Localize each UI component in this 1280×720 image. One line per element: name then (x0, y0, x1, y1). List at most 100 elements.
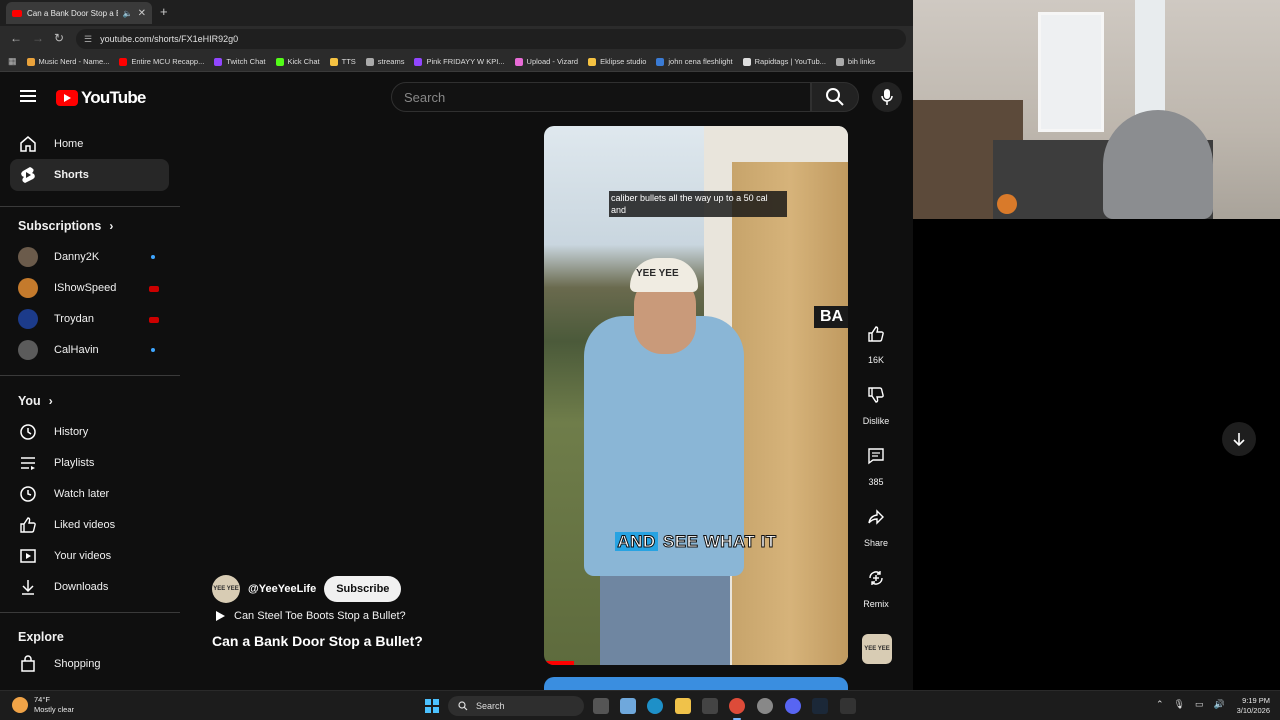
reload-icon[interactable]: ↻ (54, 31, 64, 45)
short-video-player[interactable]: YEE YEE BA caliber bullets all the way u… (544, 126, 848, 665)
sidebar-item-watch-later[interactable]: Watch later (10, 478, 169, 510)
avatar (18, 340, 38, 360)
bookmark-item[interactable]: john cena fleshlight (656, 57, 733, 66)
dislike-button[interactable]: Dislike (857, 379, 895, 426)
bookmark-item[interactable]: TTS (329, 57, 356, 66)
video-subtitle: AND SEE WHAT IT (544, 532, 848, 552)
logo-text: YouTube (81, 88, 146, 107)
back-icon[interactable]: ← (10, 31, 22, 45)
dislike-label: Dislike (862, 416, 890, 426)
bookmark-item[interactable]: Upload - Vizard (514, 57, 578, 66)
bookmark-item[interactable]: Twitch Chat (214, 57, 266, 66)
arrow-down-icon (1233, 433, 1245, 447)
url-bar[interactable]: ☰ youtube.com/shorts/FX1eHIR92g0 (76, 29, 906, 49)
video-scene-hat: YEE YEE (630, 258, 698, 292)
bookmark-favicon-icon (214, 57, 223, 66)
tray-chevron-up-icon[interactable]: ⌃ (1156, 699, 1164, 710)
edge-browser-icon[interactable] (647, 698, 663, 714)
bookmark-favicon-icon (275, 57, 284, 66)
subscriptions-heading[interactable]: Subscriptions › (18, 219, 113, 233)
next-short-preview[interactable] (544, 677, 848, 690)
bookmark-item[interactable]: Entire MCU Recapp... (119, 57, 204, 66)
subscribe-button[interactable]: Subscribe (324, 576, 402, 602)
share-button[interactable]: Share (857, 501, 895, 548)
youtube-header: YouTube Search (0, 72, 913, 122)
menu-icon[interactable] (20, 90, 36, 102)
video-caption: caliber bullets all the way up to a 50 c… (609, 191, 787, 217)
epic-games-icon[interactable] (840, 698, 856, 714)
weather-icon (12, 697, 28, 713)
like-button[interactable]: 16K (857, 318, 895, 365)
next-short-button[interactable] (1222, 422, 1256, 456)
close-tab-icon[interactable]: ✕ (138, 8, 146, 19)
sidebar-item-shorts[interactable]: Shorts (10, 159, 169, 191)
bookmark-item[interactable]: bih links (835, 57, 875, 66)
bookmark-label: john cena fleshlight (668, 57, 733, 66)
play-icon (216, 611, 225, 621)
bookmark-item[interactable]: Rapidtags | YouTub... (742, 57, 826, 66)
sidebar-item-shopping[interactable]: Shopping (10, 648, 169, 680)
discord-icon[interactable] (785, 698, 801, 714)
url-text: youtube.com/shorts/FX1eHIR92g0 (100, 34, 239, 44)
apps-grid-icon[interactable]: ▦ (8, 56, 17, 67)
remix-button[interactable]: Remix (857, 562, 895, 609)
system-clock[interactable]: 9:19 PM 3/10/2026 (1228, 696, 1270, 716)
tray-microphone-icon[interactable]: 🎙 (1174, 699, 1185, 710)
sidebar-item-playlists[interactable]: Playlists (10, 447, 169, 479)
sound-channel-avatar[interactable]: YEE YEE (862, 634, 892, 664)
sidebar-item-subscription[interactable]: Troydan (10, 303, 169, 335)
new-tab-icon[interactable]: + (160, 4, 168, 19)
search-button[interactable] (811, 82, 859, 112)
sidebar-item-subscription[interactable]: IShowSpeed (10, 272, 169, 304)
tab-active[interactable]: Can a Bank Door Stop a Bu 🔈 ✕ (6, 2, 152, 24)
system-tray: ⌃ 🎙 ▭ 🔊 (1156, 699, 1225, 710)
channel-handle[interactable]: @YeeYeeLife (248, 583, 316, 595)
search-icon (826, 88, 844, 106)
related-video-link[interactable]: Can Steel Toe Boots Stop a Bullet? (214, 610, 406, 622)
home-icon (18, 135, 38, 153)
steam-icon[interactable] (812, 698, 828, 714)
comments-button[interactable]: 385 (857, 440, 895, 487)
bookmark-item[interactable]: Pink FRIDAYY W KPI... (414, 57, 505, 66)
sidebar-item-subscription[interactable]: Danny2K (10, 241, 169, 273)
voice-search-button[interactable] (872, 82, 902, 112)
network-icon[interactable]: ▭ (1195, 699, 1204, 710)
obs-icon[interactable] (757, 698, 773, 714)
speaker-icon[interactable]: 🔈 (123, 9, 133, 18)
sidebar-item-your-videos[interactable]: Your videos (10, 540, 169, 572)
sidebar-item-liked-videos[interactable]: Liked videos (10, 509, 169, 541)
file-explorer-icon[interactable] (675, 698, 691, 714)
copilot-icon[interactable] (620, 698, 636, 714)
sidebar-item-label: Troydan (54, 313, 94, 325)
video-progress-bar[interactable] (544, 661, 575, 665)
sidebar-item-downloads[interactable]: Downloads (10, 571, 169, 603)
taskbar-search[interactable]: Search (448, 696, 584, 716)
shopping-bag-icon (18, 655, 38, 673)
chrome-icon[interactable] (729, 698, 745, 714)
bookmark-item[interactable]: Music Nerd - Name... (26, 57, 109, 66)
short-title[interactable]: Can a Bank Door Stop a Bullet? (212, 633, 423, 649)
sidebar-item-home[interactable]: Home (10, 128, 169, 160)
forward-icon[interactable]: → (32, 31, 44, 45)
channel-avatar[interactable]: YEE YEE (212, 575, 240, 603)
sidebar-item-history[interactable]: History (10, 416, 169, 448)
bookmark-item[interactable]: Kick Chat (275, 57, 320, 66)
right-panel (913, 219, 1280, 690)
site-info-icon[interactable]: ☰ (84, 34, 92, 45)
subscriptions-heading-label: Subscriptions (18, 219, 102, 233)
volume-icon[interactable]: 🔊 (1214, 699, 1225, 710)
start-button[interactable] (425, 699, 439, 713)
weather-widget[interactable]: 74°F Mostly clear (12, 695, 74, 715)
task-view-icon[interactable] (593, 698, 609, 714)
bookmark-item[interactable]: Eklipse studio (588, 57, 646, 66)
bookmark-item[interactable]: streams (365, 57, 404, 66)
you-heading[interactable]: You › (18, 394, 53, 408)
bookmark-label: Rapidtags | YouTub... (754, 57, 826, 66)
sidebar-item-subscription[interactable]: CalHavin (10, 334, 169, 366)
temperature: 74°F (34, 695, 50, 704)
microsoft-store-icon[interactable] (702, 698, 718, 714)
youtube-logo[interactable]: YouTube (56, 88, 146, 108)
explore-heading: Explore (18, 630, 64, 644)
youtube-play-icon (56, 90, 78, 106)
search-input[interactable]: Search (391, 82, 811, 112)
